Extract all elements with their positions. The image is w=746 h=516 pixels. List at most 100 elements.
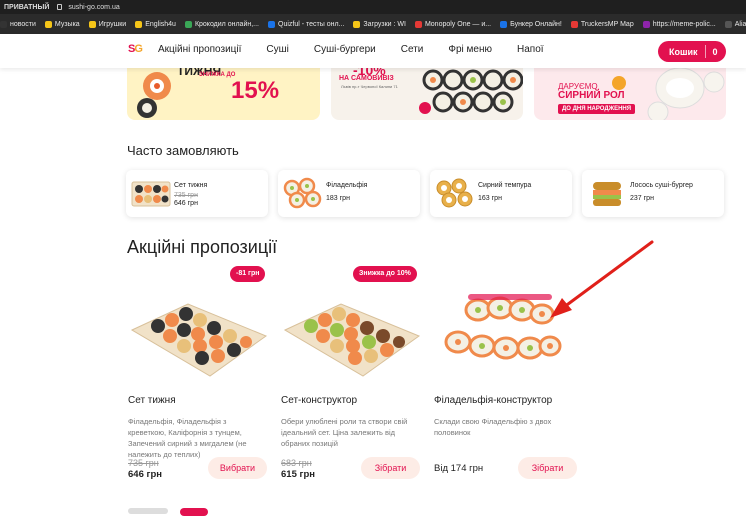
product-price: 615 грн [281, 469, 315, 480]
main-nav: Акційні пропозиції Суші Суші-бургери Сет… [158, 44, 569, 55]
nav-item-promotions[interactable]: Акційні пропозиції [158, 44, 241, 55]
promo-banner-weekly-discount[interactable]: ТИЖНЯ ЗНИЖКА ДО 15% [127, 68, 320, 120]
bookmark-favicon-icon [642, 20, 650, 28]
product-old-price: 683 грн [281, 458, 312, 468]
cart-button[interactable]: Кошик 0 [658, 41, 726, 62]
product-description: Філадельфія, Філадельфія з креветкою, Ка… [128, 417, 247, 459]
nav-item-sushi[interactable]: Суші [266, 44, 288, 55]
frequent-item-name: Сет тижня [174, 182, 208, 189]
mascot-icon [419, 102, 431, 114]
product-thumbnail [131, 181, 171, 207]
bookmark-favicon-icon [268, 20, 275, 28]
bookmark-label: Крокодил онлайн,... [194, 20, 259, 28]
bookmark-favicon-icon [570, 20, 578, 28]
bookmark-label: Бункер Онлайн! [510, 20, 562, 28]
logo-letter-g: G [134, 43, 143, 55]
section-title-frequent: Часто замовляють [127, 143, 239, 158]
assemble-button[interactable]: Зібрати [361, 457, 420, 479]
bookmark-item[interactable]: Alias - eppnf [724, 20, 746, 28]
bookmark-item[interactable]: Quizful - тесты онл... [268, 20, 345, 28]
section-title-promotions: Акційні пропозиції [127, 237, 278, 257]
frequent-item-price: 646 грн [174, 200, 198, 207]
banner-subtitle: НА САМОВИВІЗ [339, 75, 394, 82]
product-thumbnail [436, 178, 473, 208]
bookmark-item[interactable]: Бункер Онлайн! [500, 20, 562, 28]
bookmark-item[interactable]: Музыка [44, 20, 80, 28]
frequent-item-card[interactable]: Лосось суші-бургер 237 грн [582, 170, 724, 217]
frequent-item-card[interactable]: Філадельфія 183 грн [278, 170, 420, 217]
product-thumbnail [593, 182, 621, 206]
frequent-item-price: 237 грн [630, 195, 654, 202]
bookmark-label: Quizful - тесты онл... [278, 20, 345, 28]
browser-address-bar: ПРИВАТНЫЙ sushi-go.com.ua [0, 0, 746, 14]
frequent-item-name: Філадельфія [326, 182, 368, 189]
bookmark-favicon-icon [184, 20, 192, 28]
product-card[interactable]: -81 грн Сет тижня Філадельфія, Філадельф… [128, 262, 274, 492]
frequent-item-old-price: 735 грн [174, 192, 198, 199]
product-description: Обери улюблені роли та створи свій ідеал… [281, 417, 408, 448]
bookmark-label: English4u [145, 20, 176, 28]
bookmark-favicon-icon [44, 20, 52, 28]
product-description: Склади свою Філадельфію з двох половинок [434, 417, 552, 437]
product-card[interactable]: Знижка до 10% Сет-конструктор Обери улюб… [281, 262, 427, 492]
private-mode-label: ПРИВАТНЫЙ [4, 3, 50, 11]
bookmark-item[interactable]: https://meme-polic... [642, 20, 716, 28]
url-text[interactable]: sushi-go.com.ua [68, 4, 119, 11]
bookmark-label: https://meme-polic... [652, 20, 716, 28]
banner-percent: 15% [231, 77, 280, 104]
nav-item-sushi-burgers[interactable]: Суші-бургери [314, 44, 376, 55]
product-name: Філадельфія-конструктор [434, 395, 553, 406]
product-price: 646 грн [128, 469, 162, 480]
product-price: Від 174 грн [434, 463, 484, 474]
banner-title: СИРНИЙ РОЛ [558, 90, 625, 101]
bookmark-item[interactable]: TruckersMP Map [570, 20, 634, 28]
nav-item-drinks[interactable]: Напої [517, 44, 544, 55]
bookmark-item[interactable]: Крокодил онлайн,... [184, 20, 259, 28]
next-section-badge [180, 508, 208, 516]
frequent-item-name: Сирний темпура [478, 182, 532, 189]
bookmark-item[interactable]: English4u [135, 20, 176, 28]
bookmark-item[interactable]: Загрузки : WI [353, 20, 406, 28]
promo-banner-pickup[interactable]: -10% НА САМОВИВІЗ Львів пр-т Червоної Ка… [331, 68, 523, 120]
frequent-item-card[interactable]: Сет тижня 735 грн 646 грн [126, 170, 268, 217]
cart-count: 0 [712, 46, 718, 57]
banner-address: Львів пр-т Червоної Калини 71 [341, 84, 398, 89]
bookmark-label: Загрузки : WI [363, 20, 406, 28]
product-image [283, 303, 421, 377]
nav-item-sets[interactable]: Сети [401, 44, 424, 55]
promo-banner-birthday[interactable]: ДАРУЄМО СИРНИЙ РОЛ ДО ДНЯ НАРОДЖЕННЯ [534, 68, 726, 120]
bookmark-label: Monopoly One — и... [424, 20, 492, 28]
bookmark-favicon-icon [353, 20, 361, 28]
product-thumbnail [283, 177, 322, 209]
frequent-item-card[interactable]: Сирний темпура 163 грн [430, 170, 572, 217]
annotation-arrow-icon [550, 240, 654, 318]
frequent-item-name: Лосось суші-бургер [630, 182, 693, 189]
bookmark-label: новости [10, 20, 36, 28]
product-name: Сет-конструктор [281, 395, 358, 406]
cart-label: Кошик [669, 46, 698, 57]
bookmarks-bar: новости Музыка Игрушки English4u Крокодил он… [0, 14, 746, 34]
mascot-icon [612, 76, 626, 90]
next-section-title [128, 508, 168, 514]
bookmark-favicon-icon [0, 20, 7, 28]
bookmark-label: Игрушки [98, 20, 127, 28]
banner-tag: ДО ДНЯ НАРОДЖЕННЯ [558, 104, 636, 114]
frequent-item-price: 183 грн [326, 195, 350, 202]
sushi-go-logo[interactable]: SG [128, 43, 146, 59]
product-name: Сет тижня [128, 395, 176, 406]
bookmark-label: Музыка [54, 20, 80, 28]
cart-divider [704, 45, 706, 58]
sushi-image [647, 68, 725, 120]
bookmark-item[interactable]: новости [0, 20, 36, 28]
site-header: SG Акційні пропозиції Суші Суші-бургери … [0, 34, 746, 68]
nav-item-free-menu[interactable]: Фрі меню [448, 44, 492, 55]
assemble-button[interactable]: Зібрати [518, 457, 577, 479]
bookmark-favicon-icon [414, 20, 422, 28]
banner-subtitle: ЗНИЖКА ДО [199, 72, 236, 78]
bookmark-favicon-icon [500, 20, 508, 28]
bookmark-item[interactable]: Monopoly One — и... [414, 20, 492, 28]
product-image [130, 303, 268, 377]
bookmark-label: TruckersMP Map [580, 20, 634, 28]
bookmark-item[interactable]: Игрушки [88, 20, 127, 28]
choose-button[interactable]: Вибрати [208, 457, 267, 479]
